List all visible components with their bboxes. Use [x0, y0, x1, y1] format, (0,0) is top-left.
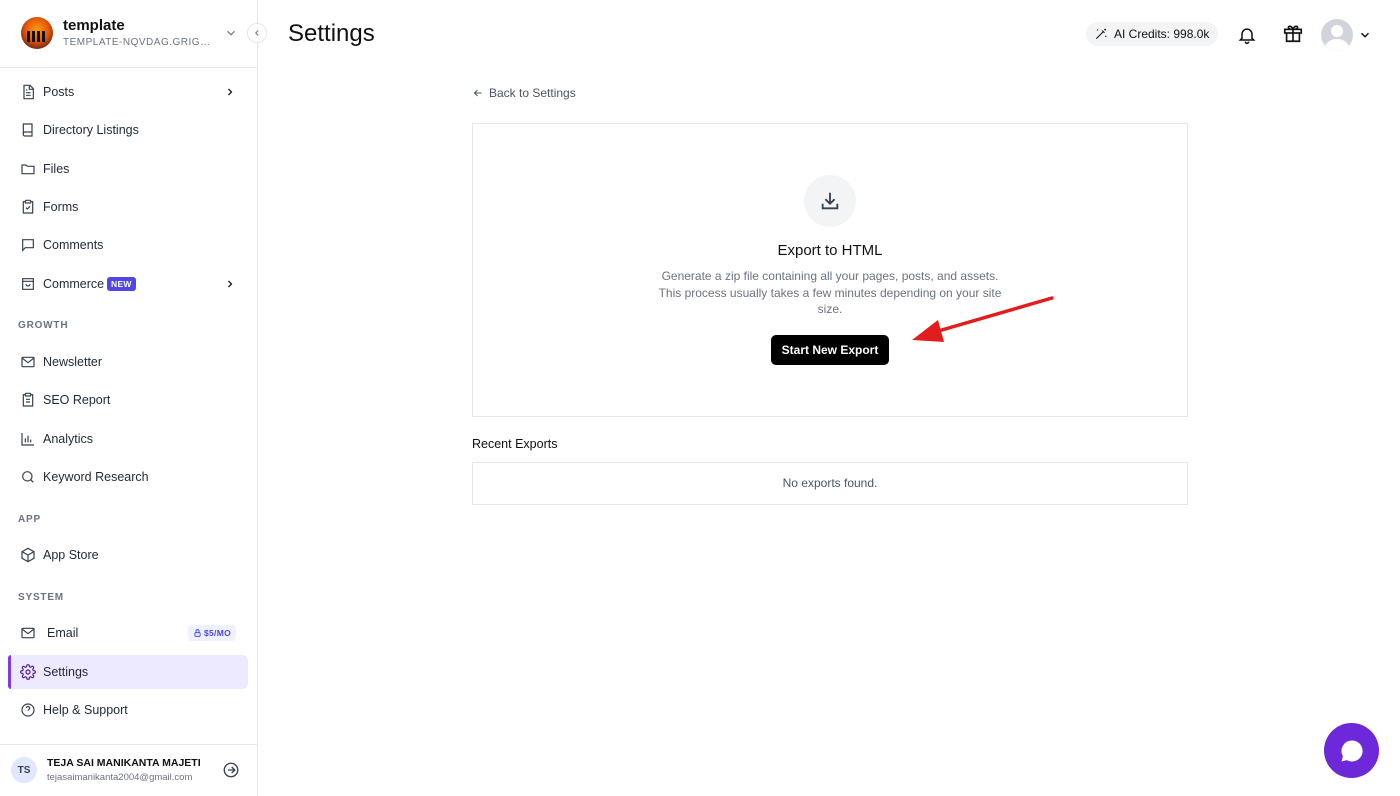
sidebar-item-commerce[interactable]: Commerce NEW — [8, 267, 248, 301]
package-icon — [21, 547, 35, 563]
empty-state-text: No exports found. — [782, 476, 878, 490]
sidebar-item-newsletter[interactable]: Newsletter — [8, 345, 248, 379]
sidebar-item-label: Posts — [43, 85, 75, 99]
magic-wand-icon — [1095, 28, 1107, 40]
app-root: template TEMPLATE-NQVDAG.GRIGORA.COM Pos… — [0, 0, 1400, 796]
ai-credits-text: AI Credits: 998.0k — [1114, 27, 1210, 41]
recent-exports-title: Recent Exports — [472, 437, 558, 451]
chat-widget-button[interactable] — [1324, 723, 1379, 778]
sidebar-item-label: App Store — [43, 548, 99, 562]
lock-icon — [194, 629, 201, 637]
export-description: Generate a zip file containing all your … — [658, 269, 1002, 316]
sidebar-item-label: Email — [47, 626, 79, 640]
sidebar-item-keyword-research[interactable]: Keyword Research — [8, 460, 248, 494]
sidebar-item-label: Forms — [43, 200, 79, 214]
clipboard-icon — [22, 199, 34, 214]
page-title: Settings — [288, 20, 375, 47]
price-badge-text: $5/MO — [204, 628, 232, 638]
chevron-down-icon[interactable] — [1358, 28, 1372, 42]
sidebar-item-label: Comments — [43, 238, 104, 252]
sidebar-item-email[interactable]: Email $5/MO — [8, 616, 248, 650]
export-title: Export to HTML — [777, 242, 883, 259]
sidebar-item-app-store[interactable]: App Store — [8, 538, 248, 572]
chevron-right-icon — [228, 88, 233, 96]
chevron-right-icon — [228, 280, 233, 288]
sidebar-item-label: Directory Listings — [43, 123, 139, 137]
shopping-bag-icon — [22, 278, 34, 290]
folder-icon — [21, 164, 35, 175]
section-heading-app: APP — [18, 514, 41, 525]
workspace-logo — [21, 17, 53, 49]
back-to-settings-link[interactable]: Back to Settings — [472, 86, 576, 100]
search-icon — [22, 471, 34, 483]
price-badge: $5/MO — [188, 625, 237, 641]
user-avatar: TS — [11, 757, 37, 783]
comment-icon — [22, 239, 34, 252]
user-name: TEJA SAI MANIKANTA MAJETI — [47, 757, 201, 769]
new-badge: NEW — [107, 277, 136, 291]
sidebar-item-forms[interactable]: Forms — [8, 190, 248, 224]
download-icon — [821, 192, 839, 210]
chat-bubble-icon — [1340, 739, 1363, 761]
sidebar-item-help-support[interactable]: Help & Support — [8, 693, 248, 727]
bar-chart-icon — [21, 433, 34, 446]
section-heading-system: SYSTEM — [18, 592, 64, 603]
profile-avatar[interactable] — [1321, 19, 1353, 51]
sidebar-item-seo-report[interactable]: SEO Report — [8, 383, 248, 417]
sidebar-item-directory-listings[interactable]: Directory Listings — [8, 113, 248, 147]
user-email: tejasaimanikanta2004@gmail.com — [47, 772, 193, 783]
sidebar-item-files[interactable]: Files — [8, 152, 248, 186]
collapse-sidebar-button[interactable] — [247, 23, 267, 43]
sidebar-item-posts[interactable]: Posts — [8, 75, 248, 109]
mail-icon — [21, 627, 35, 639]
start-new-export-button[interactable]: Start New Export — [771, 335, 889, 365]
book-icon — [22, 123, 33, 137]
gift-icon[interactable] — [1282, 22, 1304, 44]
export-card: Export to HTML Generate a zip file conta… — [472, 123, 1188, 417]
workspace-switcher[interactable]: template TEMPLATE-NQVDAG.GRIGORA.COM — [0, 0, 258, 68]
sidebar: template TEMPLATE-NQVDAG.GRIGORA.COM Pos… — [0, 0, 267, 796]
sidebar-item-label: Keyword Research — [43, 470, 149, 484]
workspace-name: template — [63, 17, 125, 34]
sidebar-item-comments[interactable]: Comments — [8, 228, 248, 262]
sidebar-item-label: Commerce — [43, 277, 105, 291]
sidebar-item-settings[interactable]: Settings — [8, 655, 248, 689]
back-label: Back to Settings — [489, 86, 576, 100]
sidebar-item-analytics[interactable]: Analytics — [8, 422, 248, 456]
sidebar-item-label: Newsletter — [43, 355, 103, 369]
gear-icon — [20, 664, 36, 680]
section-heading-growth: GROWTH — [18, 320, 69, 331]
sidebar-item-label: Settings — [43, 665, 89, 679]
document-icon — [23, 84, 34, 100]
chevron-down-icon — [227, 30, 235, 36]
sidebar-item-label: Analytics — [43, 432, 94, 446]
sidebar-item-label: Help & Support — [43, 703, 128, 717]
report-icon — [22, 392, 34, 407]
recent-exports-list: No exports found. — [472, 462, 1188, 505]
download-icon-circle — [804, 175, 856, 227]
logout-icon[interactable] — [222, 761, 240, 779]
help-circle-icon — [21, 703, 35, 717]
user-profile: TS TEJA SAI MANIKANTA MAJETI tejasaimani… — [0, 744, 258, 796]
bell-icon[interactable] — [1237, 25, 1257, 45]
ai-credits-badge[interactable]: AI Credits: 998.0k — [1086, 22, 1219, 46]
sidebar-item-label: Files — [43, 162, 70, 176]
sidebar-item-label: SEO Report — [43, 393, 111, 407]
arrow-left-icon — [473, 89, 482, 97]
mail-icon — [21, 356, 35, 368]
workspace-subdomain: TEMPLATE-NQVDAG.GRIGORA.COM — [63, 37, 213, 48]
chevron-left-icon — [255, 30, 259, 36]
